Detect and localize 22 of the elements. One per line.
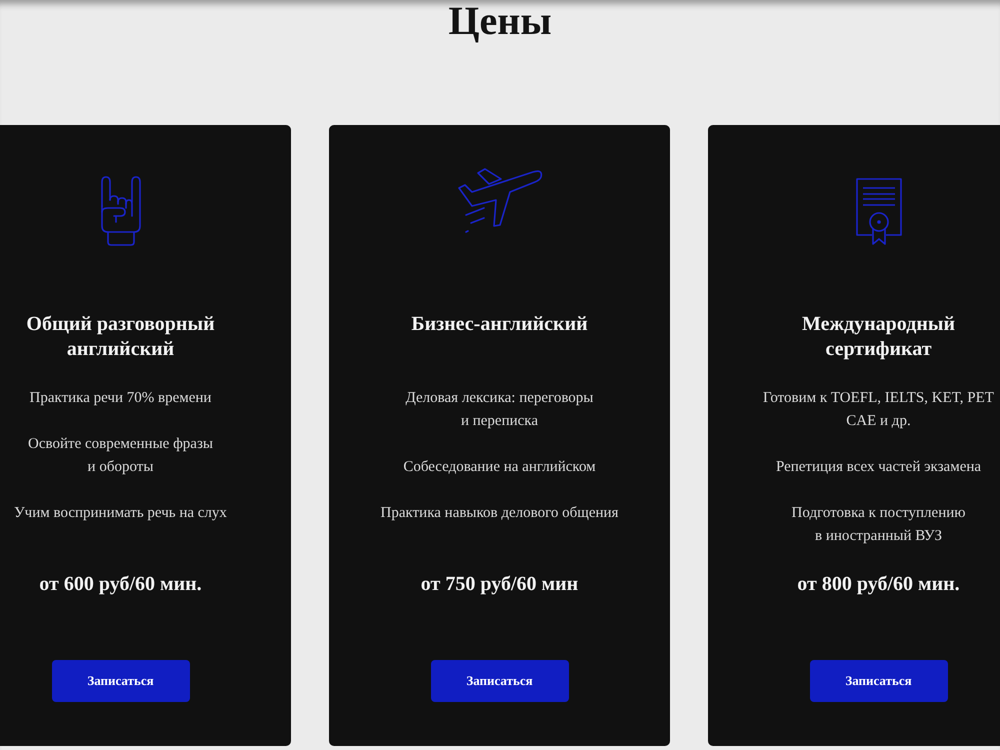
- feature-text: Учим воспринимать речь на слух: [14, 504, 227, 523]
- signup-button[interactable]: Записаться: [810, 660, 948, 702]
- hand-gesture-icon: [100, 176, 142, 246]
- price-text: от 800 руб/60 мин.: [797, 572, 960, 597]
- price-text: от 750 руб/60 мин: [420, 572, 578, 597]
- signup-button[interactable]: Записаться: [52, 660, 190, 702]
- section-title: Цены: [447, 0, 553, 41]
- feature-text: Практика речи 70% времени: [30, 389, 212, 408]
- card-title: Бизнес-английский: [411, 312, 588, 337]
- card-title: Международный сертификат: [801, 312, 956, 362]
- feature-text: Собеседование на английском: [403, 458, 596, 477]
- feature-text: Практика навыков делового общения: [380, 504, 618, 523]
- card-title: Общий разговорный английский: [25, 312, 216, 362]
- feature-text: Деловая лексика: переговоры и переписка: [406, 389, 594, 431]
- certificate-icon: [856, 178, 902, 246]
- feature-text: Освойте современные фразы и обороты: [28, 435, 213, 477]
- airplane-icon: [456, 168, 542, 234]
- feature-text: Репетиция всех частей экзамена: [776, 458, 982, 477]
- price-text: от 600 руб/60 мин.: [39, 572, 202, 597]
- feature-text: Подготовка к поступлению в иностранный ВУЗ: [792, 504, 966, 546]
- feature-text: Готовим к TOEFL, IELTS, KET, PET CAE и др.: [763, 389, 994, 431]
- signup-button[interactable]: Записаться: [430, 660, 568, 702]
